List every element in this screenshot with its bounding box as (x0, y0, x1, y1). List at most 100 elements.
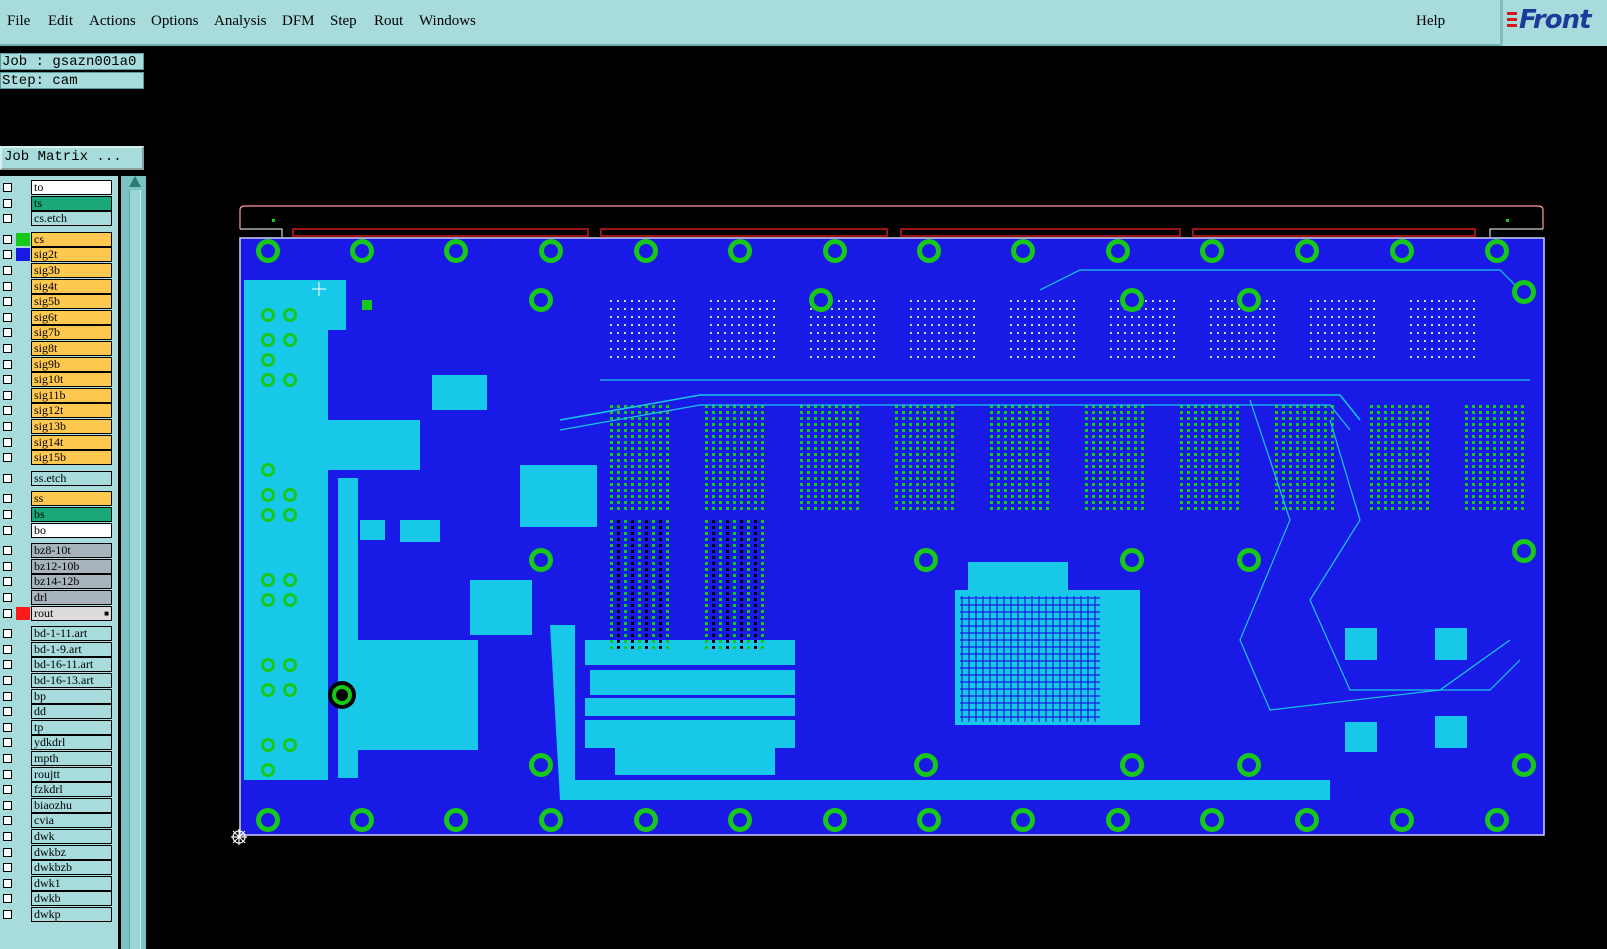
layer-checkbox[interactable] (3, 832, 12, 841)
layer-name[interactable]: biaozhu (31, 797, 112, 813)
layer-checkbox[interactable] (3, 644, 12, 654)
layer-checkbox[interactable] (3, 754, 12, 763)
layer-row-sig10t[interactable]: sig10t (0, 372, 118, 388)
layer-checkbox[interactable] (3, 894, 12, 904)
layer-row-ts[interactable]: ts (0, 195, 118, 211)
layer-checkbox[interactable] (3, 453, 12, 463)
layer-row-ss.etch[interactable]: ss.etch (0, 470, 118, 486)
layer-checkbox[interactable] (3, 297, 12, 307)
layer-checkbox[interactable] (3, 691, 12, 701)
layer-checkbox[interactable] (3, 707, 12, 717)
menu-help[interactable]: Help (1416, 13, 1445, 30)
layer-checkbox[interactable] (3, 328, 12, 338)
layer-row-dwkbz[interactable]: dwkbz (0, 844, 118, 860)
layer-row-bs[interactable]: bs (0, 507, 118, 522)
layer-name[interactable]: dd (31, 704, 112, 720)
layer-checkbox[interactable] (3, 437, 12, 447)
layer-row-dwk1[interactable]: dwk1 (0, 875, 118, 891)
layer-row-bd-1-11.art[interactable]: bd-1-11.art (0, 626, 118, 642)
pcb-view[interactable] (147, 52, 1607, 897)
layer-name[interactable]: sig8t (31, 341, 112, 356)
menu-rout[interactable]: Rout (374, 13, 403, 30)
layer-scrollbar[interactable] (121, 176, 146, 949)
layer-name[interactable]: sig4t (31, 278, 112, 294)
layer-name[interactable]: bd-16-13.art (31, 673, 112, 688)
layer-name[interactable]: tp (31, 719, 112, 735)
menu-step[interactable]: Step (330, 13, 357, 30)
layer-name[interactable]: dwkp (31, 907, 112, 922)
layer-row-sig12t[interactable]: sig12t (0, 403, 118, 419)
menu-dfm[interactable]: DFM (282, 13, 315, 30)
layer-row-bd-1-9.art[interactable]: bd-1-9.art (0, 641, 118, 657)
layer-checkbox[interactable] (3, 510, 12, 519)
layer-name[interactable]: sig10t (31, 372, 112, 388)
graphic-canvas[interactable] (147, 52, 1607, 897)
layer-row-sig8t[interactable]: sig8t (0, 341, 118, 356)
layer-checkbox[interactable] (3, 494, 12, 504)
layer-name[interactable]: bz8-10t (31, 543, 112, 559)
layer-checkbox[interactable] (3, 234, 12, 244)
layer-row-bz12-10b[interactable]: bz12-10b (0, 558, 118, 574)
layer-row-dwkb[interactable]: dwkb (0, 891, 118, 907)
layer-checkbox[interactable] (3, 629, 12, 639)
layer-row-mpth[interactable]: mpth (0, 751, 118, 766)
layer-checkbox[interactable] (3, 593, 12, 602)
layer-name[interactable]: bs (31, 507, 112, 522)
layer-checkbox[interactable] (3, 816, 12, 826)
layer-name[interactable]: dwkbz (31, 844, 112, 860)
layer-checkbox[interactable] (3, 312, 12, 322)
layer-name[interactable]: to (31, 180, 112, 195)
layer-checkbox[interactable] (3, 722, 12, 732)
layer-checkbox[interactable] (3, 608, 12, 618)
layer-checkbox[interactable] (3, 863, 12, 873)
layer-name[interactable]: ts (31, 195, 112, 211)
layer-row-bd-16-11.art[interactable]: bd-16-11.art (0, 657, 118, 673)
layer-checkbox[interactable] (3, 406, 12, 416)
layer-row-sig4t[interactable]: sig4t (0, 278, 118, 294)
layer-checkbox[interactable] (3, 344, 12, 353)
layer-row-dwk[interactable]: dwk (0, 829, 118, 844)
layer-name[interactable]: bo (31, 522, 112, 538)
layer-row-drl[interactable]: drl (0, 590, 118, 605)
menu-file[interactable]: File (7, 13, 30, 30)
layer-checkbox[interactable] (3, 800, 12, 810)
layer-checkbox[interactable] (3, 878, 12, 888)
scroll-up-arrow-icon[interactable] (129, 176, 141, 187)
layer-name[interactable]: dwk (31, 829, 112, 844)
layer-row-sig2t[interactable]: sig2t (0, 247, 118, 263)
menu-analysis[interactable]: Analysis (214, 13, 267, 30)
layer-checkbox[interactable] (3, 281, 12, 291)
layer-row-rout[interactable]: rout ■ (0, 605, 118, 621)
layer-name[interactable]: bz12-10b (31, 558, 112, 574)
layer-checkbox[interactable] (3, 785, 12, 795)
layer-row-ydkdrl[interactable]: ydkdrl (0, 735, 118, 751)
layer-row-bd-16-13.art[interactable]: bd-16-13.art (0, 673, 118, 688)
layer-name[interactable]: cs.etch (31, 211, 112, 227)
layer-checkbox[interactable] (3, 250, 12, 260)
layer-name[interactable]: dwkbzb (31, 860, 112, 876)
layer-checkbox[interactable] (3, 183, 12, 192)
layer-row-bp[interactable]: bp (0, 688, 118, 704)
layer-row-biaozhu[interactable]: biaozhu (0, 797, 118, 813)
layer-checkbox[interactable] (3, 214, 12, 224)
layer-checkbox[interactable] (3, 847, 12, 857)
layer-checkbox[interactable] (3, 266, 12, 275)
layer-checkbox[interactable] (3, 660, 12, 670)
layer-name[interactable]: cs (31, 231, 112, 247)
layer-row-sig9b[interactable]: sig9b (0, 356, 118, 372)
menu-edit[interactable]: Edit (48, 13, 73, 30)
layer-name[interactable]: sig7b (31, 325, 112, 341)
layer-name[interactable]: mpth (31, 751, 112, 766)
layer-name[interactable]: cvia (31, 813, 112, 829)
layer-row-fzkdrl[interactable]: fzkdrl (0, 782, 118, 798)
layer-row-tp[interactable]: tp (0, 719, 118, 735)
layer-checkbox[interactable] (3, 198, 12, 208)
layer-checkbox[interactable] (3, 525, 12, 535)
layer-row-bz8-10t[interactable]: bz8-10t (0, 543, 118, 559)
layer-row-sig6t[interactable]: sig6t (0, 309, 118, 325)
layer-row-cs.etch[interactable]: cs.etch (0, 211, 118, 227)
layer-name[interactable]: ydkdrl (31, 735, 112, 751)
layer-name[interactable]: bd-1-9.art (31, 641, 112, 657)
layer-checkbox[interactable] (3, 546, 12, 556)
layer-name[interactable]: bd-1-11.art (31, 626, 112, 642)
